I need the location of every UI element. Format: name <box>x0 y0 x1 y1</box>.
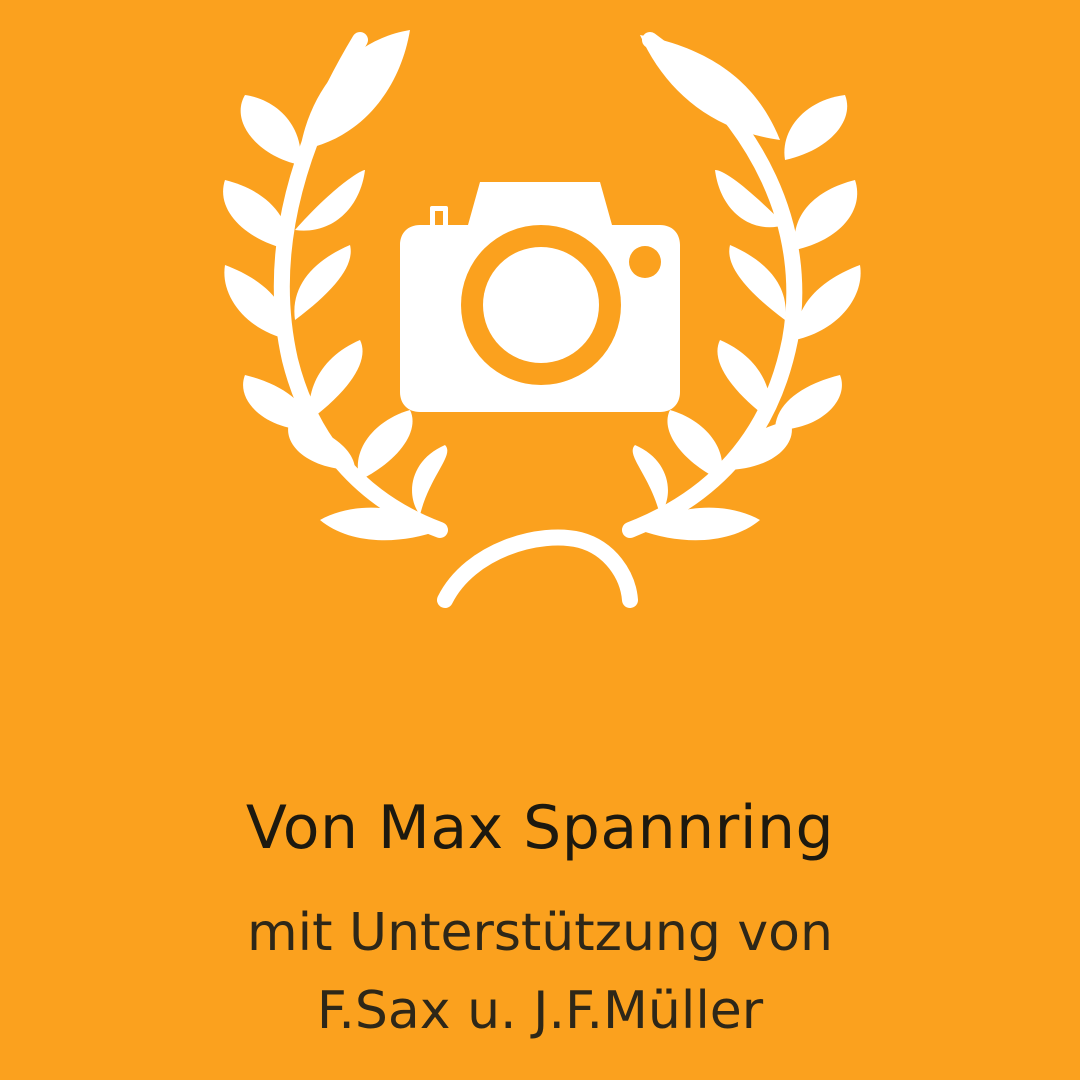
right-leaf-5 <box>795 265 861 340</box>
right-leaf-top <box>640 35 780 140</box>
author-line: Von Max Spannring <box>245 793 835 863</box>
left-leaf-4 <box>294 245 351 320</box>
right-leaf-11 <box>632 445 668 515</box>
right-leaf-4 <box>729 245 786 320</box>
camera-icon <box>400 182 680 412</box>
left-leaf-11 <box>412 445 448 515</box>
left-leaf-10 <box>320 507 440 541</box>
laurel-wreath-icon <box>223 30 861 608</box>
logo-emblem <box>0 0 1080 700</box>
support-line: mit Unterstützung von <box>247 903 833 963</box>
contributors-line: F.Sax u. J.F.Müller <box>316 981 764 1041</box>
left-leaf-3 <box>223 180 290 250</box>
left-leaf-8 <box>357 410 413 480</box>
left-leaf-6 <box>309 340 363 420</box>
right-leaf-3 <box>794 180 858 250</box>
wreath-base-arch <box>437 529 638 608</box>
right-leaf-1 <box>784 95 848 160</box>
credits-block: Von Max Spannring mit Unterstützung von … <box>0 780 1080 1050</box>
left-leaf-1 <box>240 95 301 165</box>
right-leaf-6 <box>717 340 771 420</box>
right-leaf-8 <box>667 410 723 480</box>
